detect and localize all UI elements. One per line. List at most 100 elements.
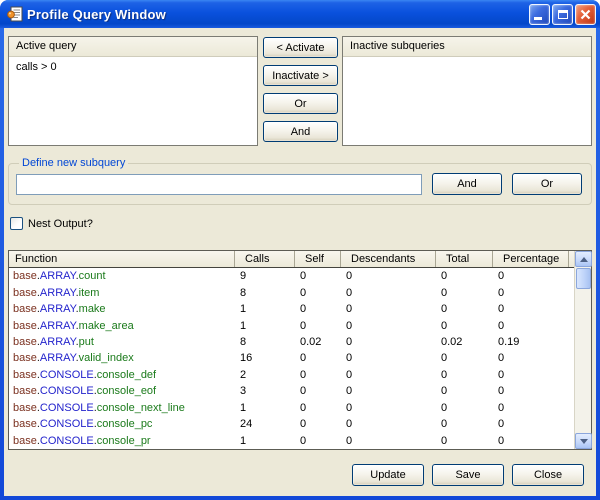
minimize-button[interactable] [529, 4, 550, 25]
column-header-function[interactable]: Function [9, 251, 234, 267]
calls-cell: 9 [234, 270, 294, 282]
calls-cell: 8 [234, 287, 294, 299]
active-query-header: Active query [9, 37, 257, 57]
descendants-cell: 0 [340, 402, 435, 414]
descendants-cell: 0 [340, 352, 435, 364]
table-row[interactable]: base.ARRAY.make10000 [9, 301, 574, 317]
function-cell: base.CONSOLE.console_next_line [9, 402, 234, 414]
and-combine-button[interactable]: And [263, 121, 338, 142]
table-row[interactable]: base.ARRAY.valid_index160000 [9, 350, 574, 366]
maximize-button[interactable] [552, 4, 573, 25]
define-subquery-label: Define new subquery [19, 157, 128, 169]
table-row[interactable]: base.CONSOLE.console_pc240000 [9, 416, 574, 432]
inactive-subqueries-panel: Inactive subqueries [342, 36, 592, 146]
calls-cell: 1 [234, 303, 294, 315]
inactive-subqueries-header: Inactive subqueries [343, 37, 591, 57]
active-query-list[interactable]: calls > 0 [9, 58, 257, 145]
calls-cell: 1 [234, 402, 294, 414]
table-header: Function Calls Self Descendants Total Pe… [9, 251, 574, 268]
total-cell: 0 [435, 320, 492, 332]
inactivate-button[interactable]: Inactivate > [263, 65, 338, 86]
descendants-cell: 0 [340, 270, 435, 282]
nest-output-label: Nest Output? [28, 218, 93, 230]
scroll-down-button[interactable] [575, 433, 592, 449]
calls-cell: 16 [234, 352, 294, 364]
nest-output-row: Nest Output? [10, 217, 93, 230]
percentage-cell: 0.19 [492, 336, 568, 348]
percentage-cell: 0 [492, 418, 568, 430]
self-cell: 0 [294, 287, 340, 299]
results-table: Function Calls Self Descendants Total Pe… [8, 250, 592, 450]
scroll-down-icon [580, 439, 588, 444]
save-button[interactable]: Save [432, 464, 504, 486]
function-cell: base.CONSOLE.console_pr [9, 435, 234, 447]
active-query-item[interactable]: calls > 0 [9, 58, 257, 73]
table-row[interactable]: base.ARRAY.item80000 [9, 284, 574, 300]
percentage-cell: 0 [492, 369, 568, 381]
self-cell: 0 [294, 303, 340, 315]
window-icon[interactable] [7, 6, 23, 22]
percentage-cell: 0 [492, 435, 568, 447]
active-query-panel: Active query calls > 0 [8, 36, 258, 146]
scroll-up-button[interactable] [575, 251, 592, 267]
table-row[interactable]: base.ARRAY.count90000 [9, 268, 574, 284]
table-row[interactable]: base.ARRAY.put80.0200.020.19 [9, 334, 574, 350]
inactive-subqueries-list[interactable] [343, 58, 591, 145]
update-button[interactable]: Update [352, 464, 424, 486]
column-header-self[interactable]: Self [294, 251, 340, 267]
descendants-cell: 0 [340, 369, 435, 381]
column-header-descendants[interactable]: Descendants [340, 251, 435, 267]
function-cell: base.ARRAY.count [9, 270, 234, 282]
self-cell: 0 [294, 270, 340, 282]
scroll-up-icon [580, 257, 588, 262]
table-row[interactable]: base.CONSOLE.console_def20000 [9, 367, 574, 383]
table-scrollbar[interactable] [574, 251, 591, 449]
close-dialog-button[interactable]: Close [512, 464, 584, 486]
table-row[interactable]: base.ARRAY.make_area10000 [9, 317, 574, 333]
descendants-cell: 0 [340, 418, 435, 430]
descendants-cell: 0 [340, 320, 435, 332]
total-cell: 0 [435, 402, 492, 414]
function-cell: base.ARRAY.make_area [9, 320, 234, 332]
calls-cell: 2 [234, 369, 294, 381]
table-row[interactable]: base.CONSOLE.console_next_line10000 [9, 400, 574, 416]
total-cell: 0 [435, 435, 492, 447]
close-button[interactable] [575, 4, 596, 25]
column-header-calls[interactable]: Calls [234, 251, 294, 267]
column-header-percentage[interactable]: Percentage [492, 251, 568, 267]
total-cell: 0 [435, 369, 492, 381]
subquery-input[interactable] [16, 174, 422, 195]
descendants-cell: 0 [340, 336, 435, 348]
table-row[interactable]: base.CONSOLE.console_eof30000 [9, 383, 574, 399]
column-header-total[interactable]: Total [435, 251, 492, 267]
titlebar[interactable]: Profile Query Window [0, 0, 600, 28]
scrollbar-thumb[interactable] [576, 268, 591, 289]
or-combine-button[interactable]: Or [263, 93, 338, 114]
self-cell: 0 [294, 418, 340, 430]
self-cell: 0 [294, 320, 340, 332]
calls-cell: 8 [234, 336, 294, 348]
total-cell: 0 [435, 385, 492, 397]
results-table-main: Function Calls Self Descendants Total Pe… [9, 251, 574, 449]
nest-output-checkbox[interactable] [10, 217, 23, 230]
subquery-and-button[interactable]: And [432, 173, 502, 195]
total-cell: 0 [435, 418, 492, 430]
percentage-cell: 0 [492, 320, 568, 332]
descendants-cell: 0 [340, 385, 435, 397]
descendants-cell: 0 [340, 435, 435, 447]
activate-button[interactable]: < Activate [263, 37, 338, 58]
calls-cell: 1 [234, 435, 294, 447]
calls-cell: 24 [234, 418, 294, 430]
client-area: Active query calls > 0 < Activate Inacti… [4, 28, 596, 496]
percentage-cell: 0 [492, 352, 568, 364]
percentage-cell: 0 [492, 402, 568, 414]
window-title: Profile Query Window [27, 7, 529, 22]
table-row[interactable]: base.CONSOLE.console_pr10000 [9, 433, 574, 449]
function-cell: base.ARRAY.make [9, 303, 234, 315]
self-cell: 0.02 [294, 336, 340, 348]
subquery-or-button[interactable]: Or [512, 173, 582, 195]
function-cell: base.CONSOLE.console_eof [9, 385, 234, 397]
percentage-cell: 0 [492, 385, 568, 397]
close-icon [579, 8, 592, 21]
percentage-cell: 0 [492, 303, 568, 315]
